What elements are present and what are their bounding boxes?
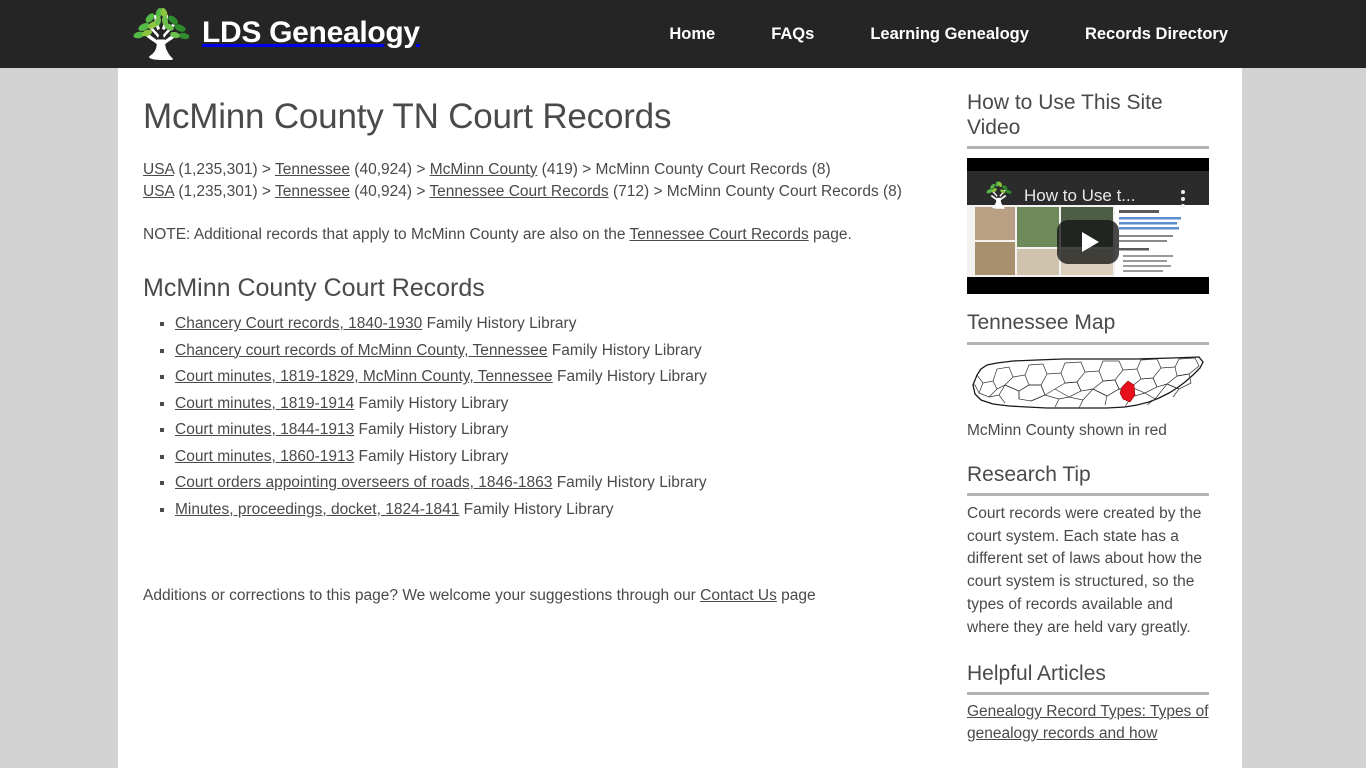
breadcrumb-part-1-2[interactable]: Tennessee [275, 183, 350, 200]
sidebar-heading-video: How to Use This Site Video [967, 90, 1209, 150]
page-container: McMinn County TN Court Records USA (1,23… [118, 68, 1242, 768]
sidebar-research-tip: Research Tip Court records were created … [967, 462, 1209, 640]
sidebar-map-widget: Tennessee Map McMinn County shown in red [967, 310, 1209, 440]
breadcrumb-row-1: USA (1,235,301) > Tennessee (40,924) > M… [143, 159, 933, 181]
sidebar-heading-map: Tennessee Map [967, 310, 1209, 345]
contact-us-link[interactable]: Contact Us [700, 587, 777, 604]
record-link[interactable]: Court minutes, 1860-1913 [175, 448, 354, 465]
helpful-articles-list: Genealogy Record Types: Types of genealo… [967, 701, 1209, 745]
nav-item-records-directory[interactable]: Records Directory [1057, 0, 1256, 68]
record-link[interactable]: Court minutes, 1819-1914 [175, 395, 354, 412]
record-link[interactable]: Minutes, proceedings, docket, 1824-1841 [175, 501, 459, 518]
site-logo-link[interactable]: LDS Genealogy [128, 8, 420, 60]
sidebar-helpful-articles: Helpful Articles Genealogy Record Types:… [967, 661, 1209, 745]
record-link[interactable]: Court minutes, 1844-1913 [175, 421, 354, 438]
section-heading: McMinn County Court Records [143, 273, 485, 302]
record-source: Family History Library [422, 315, 577, 333]
nav-item-learning-genealogy[interactable]: Learning Genealogy [842, 0, 1057, 68]
record-link[interactable]: Court minutes, 1819-1829, McMinn County,… [175, 368, 553, 385]
record-list-item: Chancery court records of McMinn County,… [175, 341, 943, 359]
record-link[interactable]: Court orders appointing overseers of roa… [175, 474, 552, 491]
breadcrumb-part-1-4[interactable]: Tennessee Court Records [429, 183, 608, 200]
breadcrumb-part-0-2[interactable]: Tennessee [275, 161, 350, 178]
record-source: Family History Library [459, 500, 614, 518]
helpful-article-link[interactable]: Genealogy Record Types: Types of genealo… [967, 703, 1209, 742]
tree-logo-icon [133, 8, 190, 60]
site-brand-name: LDS Genealogy [202, 15, 420, 49]
sidebar-video-widget: How to Use This Site Video How to Use t.… [967, 90, 1209, 295]
record-link[interactable]: Chancery Court records, 1840-1930 [175, 315, 422, 332]
site-header: LDS Genealogy Home FAQs Learning Genealo… [0, 0, 1366, 68]
tennessee-map-image [972, 355, 1204, 409]
record-source: Family History Library [552, 368, 707, 386]
main-content: McMinn County TN Court Records USA (1,23… [143, 97, 943, 623]
research-tip-body: Court records were created by the court … [967, 504, 1202, 636]
video-title-bar: How to Use t... [967, 171, 1209, 210]
video-title: How to Use t... [1024, 186, 1136, 206]
play-button-icon[interactable] [1057, 220, 1119, 265]
footnote-before: Additions or corrections to this page? W… [143, 587, 701, 605]
map-caption: McMinn County shown in red [967, 421, 1167, 439]
record-list-item: Court minutes, 1860-1913 Family History … [175, 447, 943, 465]
nav-item-home[interactable]: Home [641, 0, 743, 68]
breadcrumb-part-0-4[interactable]: McMinn County [430, 161, 538, 178]
footnote-text: Additions or corrections to this page? W… [143, 584, 943, 607]
record-source: Family History Library [552, 474, 707, 492]
record-link[interactable]: Chancery court records of McMinn County,… [175, 342, 547, 359]
sidebar: How to Use This Site Video How to Use t.… [967, 90, 1209, 761]
note-link-tennessee-court-records[interactable]: Tennessee Court Records [630, 226, 809, 243]
page-title: McMinn County TN Court Records [143, 97, 672, 136]
record-source: Family History Library [354, 421, 509, 439]
record-list-item: Court minutes, 1819-1829, McMinn County,… [175, 369, 943, 385]
breadcrumb-part-1-5: (712) > McMinn County Court Records (8) [608, 182, 902, 200]
note-after: page. [808, 226, 852, 244]
record-source: Family History Library [354, 447, 509, 465]
record-list-item: Court minutes, 1844-1913 Family History … [175, 422, 943, 438]
video-player[interactable]: How to Use t... [967, 158, 1209, 295]
note-text: NOTE: Additional records that apply to M… [143, 223, 943, 246]
record-list-item: Court minutes, 1819-1914 Family History … [175, 394, 943, 412]
record-list-item: Chancery Court records, 1840-1930 Family… [175, 316, 943, 332]
tennessee-county-map: McMinn County shown in red [967, 355, 1209, 441]
records-list: Chancery Court records, 1840-1930 Family… [143, 316, 943, 517]
breadcrumb-part-1-1: (1,235,301) > [174, 182, 275, 200]
breadcrumb-part-1-3: (40,924) > [349, 182, 430, 200]
breadcrumb-row-2: USA (1,235,301) > Tennessee (40,924) > T… [143, 181, 933, 203]
record-source: Family History Library [354, 394, 509, 412]
more-options-icon[interactable] [1181, 190, 1185, 209]
footnote-after: page [776, 587, 816, 605]
breadcrumb-part-0-3: (40,924) > [349, 160, 430, 178]
breadcrumb: USA (1,235,301) > Tennessee (40,924) > M… [143, 159, 933, 204]
record-list-item: Minutes, proceedings, docket, 1824-1841 … [175, 500, 943, 518]
note-before: NOTE: Additional records that apply to M… [143, 226, 630, 244]
breadcrumb-part-0-5: (419) > McMinn County Court Records (8) [537, 160, 831, 178]
breadcrumb-part-1-0[interactable]: USA [143, 183, 174, 200]
breadcrumb-part-0-1: (1,235,301) > [174, 160, 275, 178]
record-list-item: Court orders appointing overseers of roa… [175, 475, 943, 491]
tree-logo-icon [986, 181, 1012, 210]
nav-item-faqs[interactable]: FAQs [743, 0, 842, 68]
record-source: Family History Library [547, 341, 702, 359]
main-navigation: Home FAQs Learning Genealogy Records Dir… [641, 0, 1256, 68]
breadcrumb-part-0-0[interactable]: USA [143, 161, 174, 178]
sidebar-heading-research-tip: Research Tip [967, 462, 1209, 496]
sidebar-heading-helpful-articles: Helpful Articles [967, 661, 1209, 695]
